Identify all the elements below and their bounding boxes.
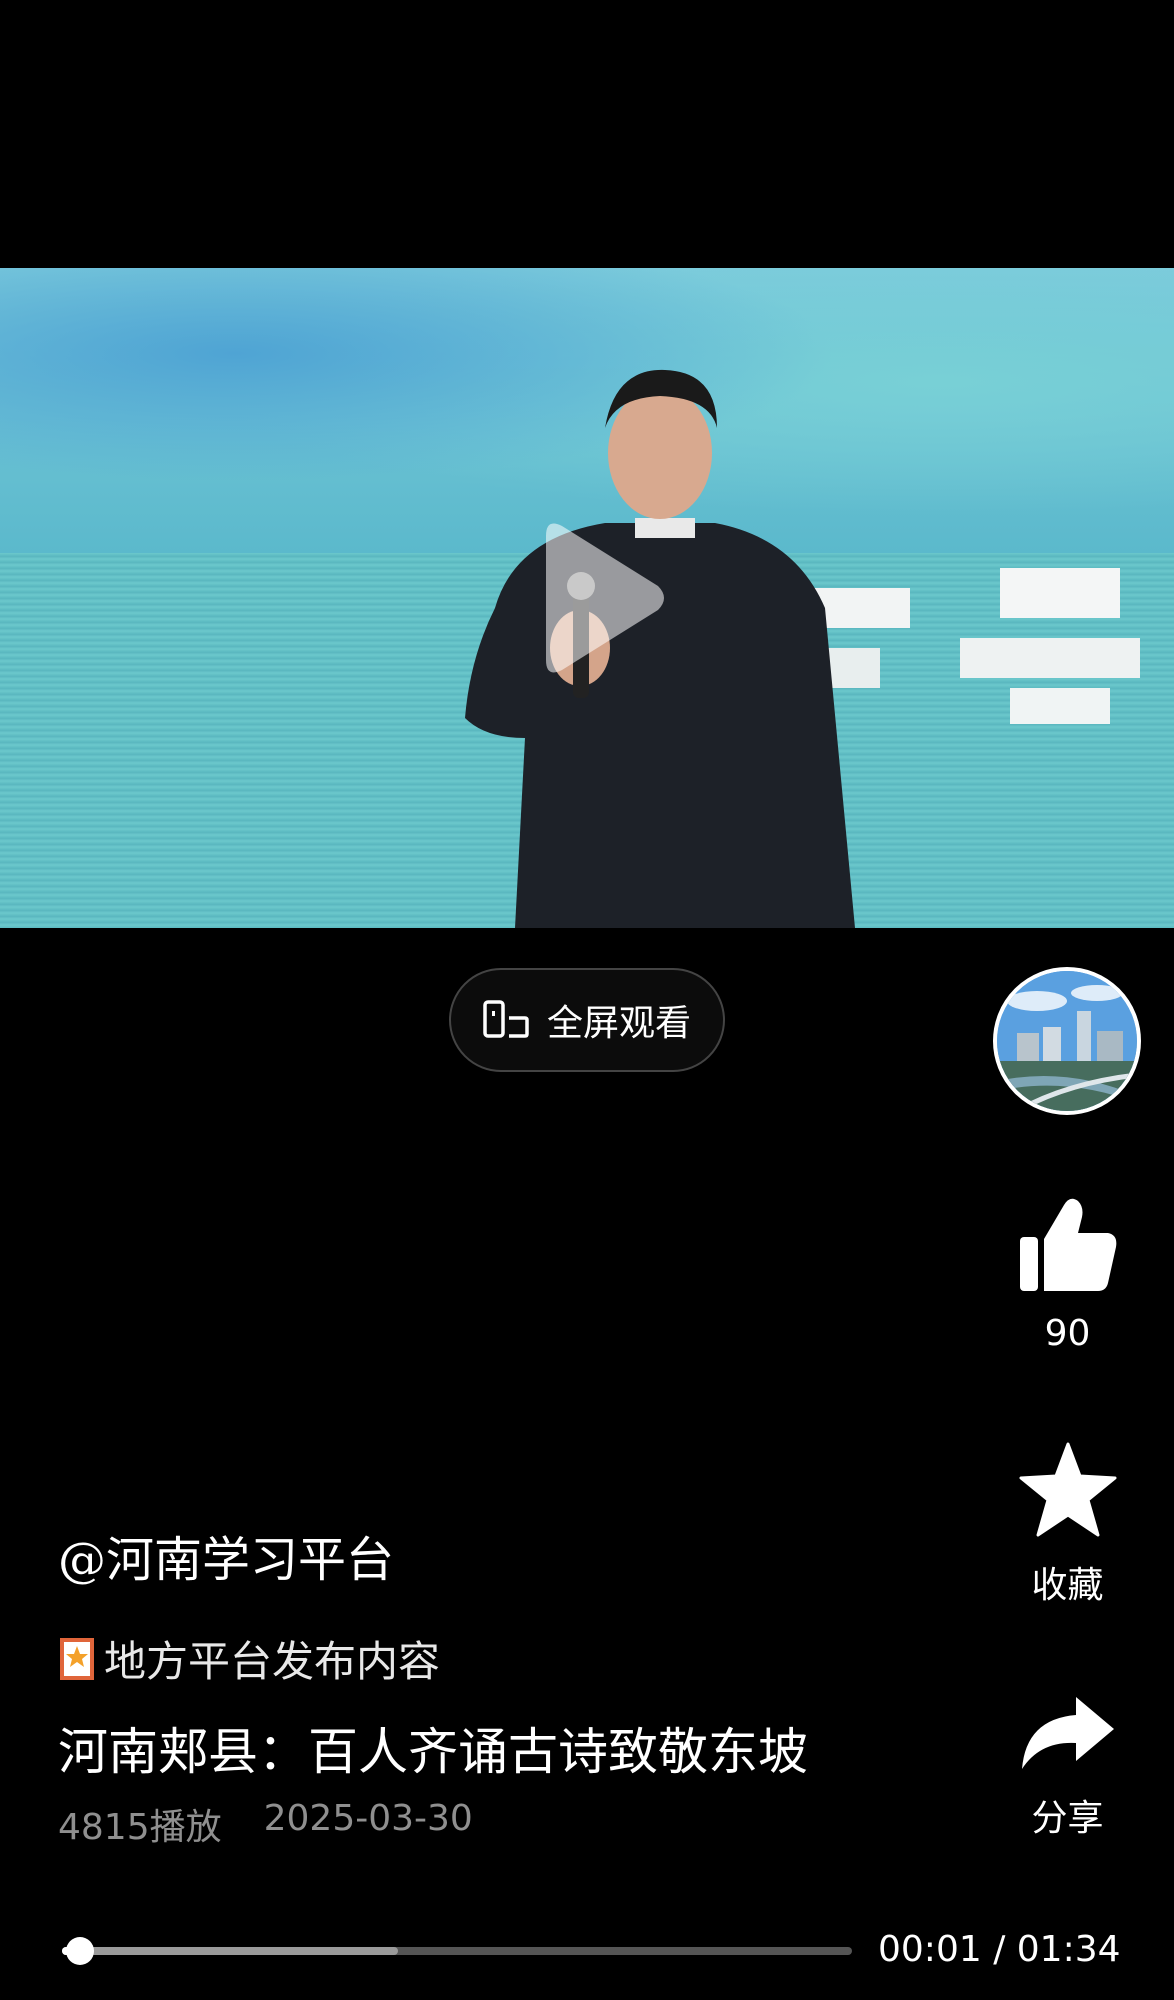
like-count: 90 (1044, 1313, 1091, 1354)
source-label: 地方平台发布内容 (104, 1637, 441, 1686)
favorite-label: 收藏 (1031, 1565, 1104, 1606)
video-frame[interactable] (0, 268, 1174, 928)
current-time: 00:01 (878, 1929, 982, 1970)
duration: 01:34 (1016, 1929, 1121, 1970)
source-tag: 地方平台发布内容 (58, 1628, 440, 1689)
share-button[interactable]: 分享 (990, 1695, 1145, 1841)
avatar-image (997, 971, 1137, 1111)
fullscreen-button[interactable]: 全屏观看 (449, 968, 725, 1072)
favorite-button[interactable]: 收藏 (990, 1442, 1145, 1608)
like-button[interactable]: 90 (990, 1195, 1145, 1354)
thumbs-up-icon (1019, 1198, 1116, 1291)
play-icon[interactable] (536, 518, 666, 678)
time-separator: / (981, 1929, 1017, 1970)
share-label: 分享 (1031, 1798, 1104, 1839)
progress-bar[interactable] (62, 1937, 852, 1965)
author-avatar[interactable] (993, 967, 1141, 1115)
time-readout: 00:01 / 01:34 (878, 1929, 1121, 1970)
share-arrow-icon (1021, 1697, 1114, 1769)
publish-date: 2025-03-30 (263, 1798, 473, 1839)
author-name[interactable]: @河南学习平台 (58, 1520, 394, 1590)
star-icon (1019, 1442, 1116, 1537)
phone-rotate-icon (483, 1000, 529, 1038)
play-count: 4815播放 (58, 1807, 222, 1848)
video-title: 河南郏县：百人齐诵古诗致敬东坡 (58, 1723, 808, 1781)
buffered-fill (62, 1947, 398, 1955)
badge-star-icon (60, 1637, 94, 1680)
progress-thumb[interactable] (66, 1937, 95, 1965)
video-meta: 4815播放 2025-03-30 (58, 1798, 473, 1850)
fullscreen-label: 全屏观看 (546, 1003, 691, 1044)
